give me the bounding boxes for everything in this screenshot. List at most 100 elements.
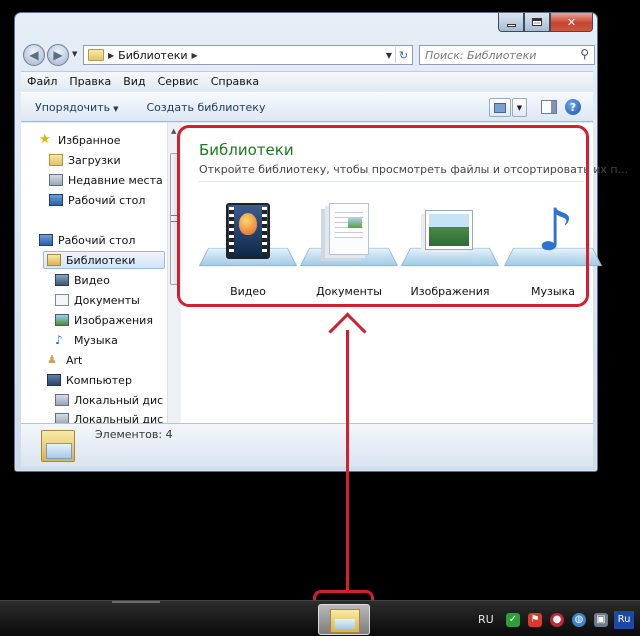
libraries-folder-icon [88,49,104,61]
recent-pages-dropdown[interactable]: ▼ [72,50,77,58]
search-placeholder: Поиск: Библиотеки [425,48,537,62]
sidebar-item-documents[interactable]: Документы [55,291,140,309]
taskbar-highlight [112,601,160,603]
sidebar-item-local-disk-c[interactable]: Локальный дис [55,391,163,409]
refresh-icon[interactable]: ↻ [395,47,411,63]
back-button[interactable]: ◀ [23,44,45,66]
sidebar-item-recent-places[interactable]: Недавние места [49,171,163,189]
command-bar: Упорядочить ▼ Создать библиотеку ▼ ? [21,92,593,122]
user-folder-icon: ♟ [47,353,57,366]
computer-icon [47,374,61,386]
address-bar[interactable]: ▶ Библиотеки ▶ ▼ ↻ [83,45,413,65]
explorer-folder-icon [330,609,360,633]
tray-network-globe-icon[interactable]: ◍ [572,613,586,627]
menu-bar: Файл Правка Вид Сервис Справка [21,71,593,91]
navigation-bar: ◀ ▶ ▼ ▶ Библиотеки ▶ ▼ ↻ Поиск: Библиоте… [21,41,595,67]
close-button[interactable]: ✕ [550,13,593,32]
address-dropdown-icon[interactable]: ▼ [386,51,392,60]
music-library-icon: ♪ [55,333,63,347]
pictures-library-icon [55,314,69,326]
breadcrumb-libraries[interactable]: Библиотеки [118,49,187,62]
navigation-pane: ★ Избранное Загрузки Недавние места Рабоч… [21,123,167,423]
sidebar-item-label: Библиотеки [66,253,136,267]
minimize-button[interactable] [498,13,524,32]
search-icon[interactable]: ⚲ [580,47,589,61]
maximize-button[interactable] [524,13,550,32]
maximize-icon [532,18,542,26]
sidebar-item-video[interactable]: Видео [55,271,110,289]
search-input[interactable]: Поиск: Библиотеки ⚲ [419,45,595,65]
tray-security-icon[interactable]: ✓ [506,613,520,627]
preview-pane-button[interactable] [541,100,557,114]
sidebar-item-label: Компьютер [66,373,132,387]
change-view-button[interactable] [489,98,511,117]
tray-flag-icon[interactable]: ⚑ [528,613,542,627]
help-icon: ? [569,100,577,114]
desktop-icon [49,194,63,206]
back-arrow-icon: ◀ [29,48,39,62]
sidebar-item-label: Избранное [58,133,121,147]
close-icon: ✕ [566,15,577,29]
video-library-icon [55,274,69,286]
sidebar-item-label: Art [66,353,83,367]
annotation-highlight-libraries [177,125,589,307]
details-pane: Элементов: 4 [21,423,593,467]
menu-tools[interactable]: Сервис [152,75,205,88]
sidebar-item-desktop-fav[interactable]: Рабочий стол [49,191,145,209]
annotation-arrow-shaft [346,330,349,592]
hard-drive-icon [55,413,69,423]
create-library-button[interactable]: Создать библиотеку [133,101,280,114]
sidebar-item-computer[interactable]: Компьютер [47,371,132,389]
libraries-large-icon [41,430,75,462]
sidebar-item-favorites[interactable]: ★ Избранное [39,131,120,149]
sidebar-item-label: Локальный дис [74,393,164,407]
sidebar-item-label: Локальный дис [74,412,164,424]
sidebar-item-label: Музыка [74,333,118,347]
downloads-folder-icon [49,154,63,166]
sidebar-item-music[interactable]: ♪ Музыка [55,331,118,349]
tray-network-icon[interactable]: ▣ [594,613,608,627]
breadcrumb-separator-icon[interactable]: ▶ [108,51,114,60]
libraries-icon [47,254,61,266]
hard-drive-icon [55,394,69,406]
keyboard-layout-indicator[interactable]: Ru [614,611,634,629]
sidebar-item-label: Загрузки [68,153,121,167]
sidebar-item-label: Рабочий стол [58,233,136,247]
organize-label: Упорядочить [35,100,111,114]
star-icon: ★ [39,132,51,147]
forward-button[interactable]: ▶ [47,44,69,66]
forward-arrow-icon: ▶ [53,48,63,62]
sidebar-item-downloads[interactable]: Загрузки [49,151,121,169]
sidebar-item-label: Недавние места [68,173,163,187]
language-indicator[interactable]: RU [478,613,494,626]
breadcrumb-separator-icon[interactable]: ▶ [192,51,198,60]
taskbar: RU ✓ ⚑ ● ◍ ▣ Ru [0,600,640,636]
sidebar-item-libraries[interactable]: Библиотеки [43,251,165,269]
sidebar-item-label: Изображения [74,313,153,327]
menu-file[interactable]: Файл [21,75,63,88]
taskbar-explorer-button[interactable] [318,604,370,635]
menu-view[interactable]: Вид [117,75,151,88]
help-button[interactable]: ? [565,99,581,115]
view-options-dropdown[interactable]: ▼ [512,98,527,117]
chevron-down-icon: ▼ [113,104,119,113]
sidebar-item-label: Рабочий стол [68,193,146,207]
sidebar-item-desktop[interactable]: Рабочий стол [39,231,135,249]
organize-button[interactable]: Упорядочить ▼ [21,101,133,114]
sidebar-item-label: Документы [74,293,140,307]
documents-library-icon [55,294,69,306]
sidebar-item-label: Видео [74,273,110,287]
sidebar-item-user-art[interactable]: ♟ Art [47,351,82,369]
sidebar-item-pictures[interactable]: Изображения [55,311,153,329]
sidebar-item-local-disk-d[interactable]: Локальный дис [55,410,163,423]
recent-places-icon [49,174,63,186]
view-icon [494,102,506,113]
menu-help[interactable]: Справка [205,75,265,88]
minimize-icon [506,23,516,27]
tray-antivirus-icon[interactable]: ● [550,613,564,627]
desktop-icon [39,234,53,246]
menu-edit[interactable]: Правка [63,75,117,88]
caption-buttons: ✕ [498,13,593,32]
scroll-up-icon[interactable]: ▲ [171,127,176,135]
item-count: Элементов: 4 [95,428,173,441]
